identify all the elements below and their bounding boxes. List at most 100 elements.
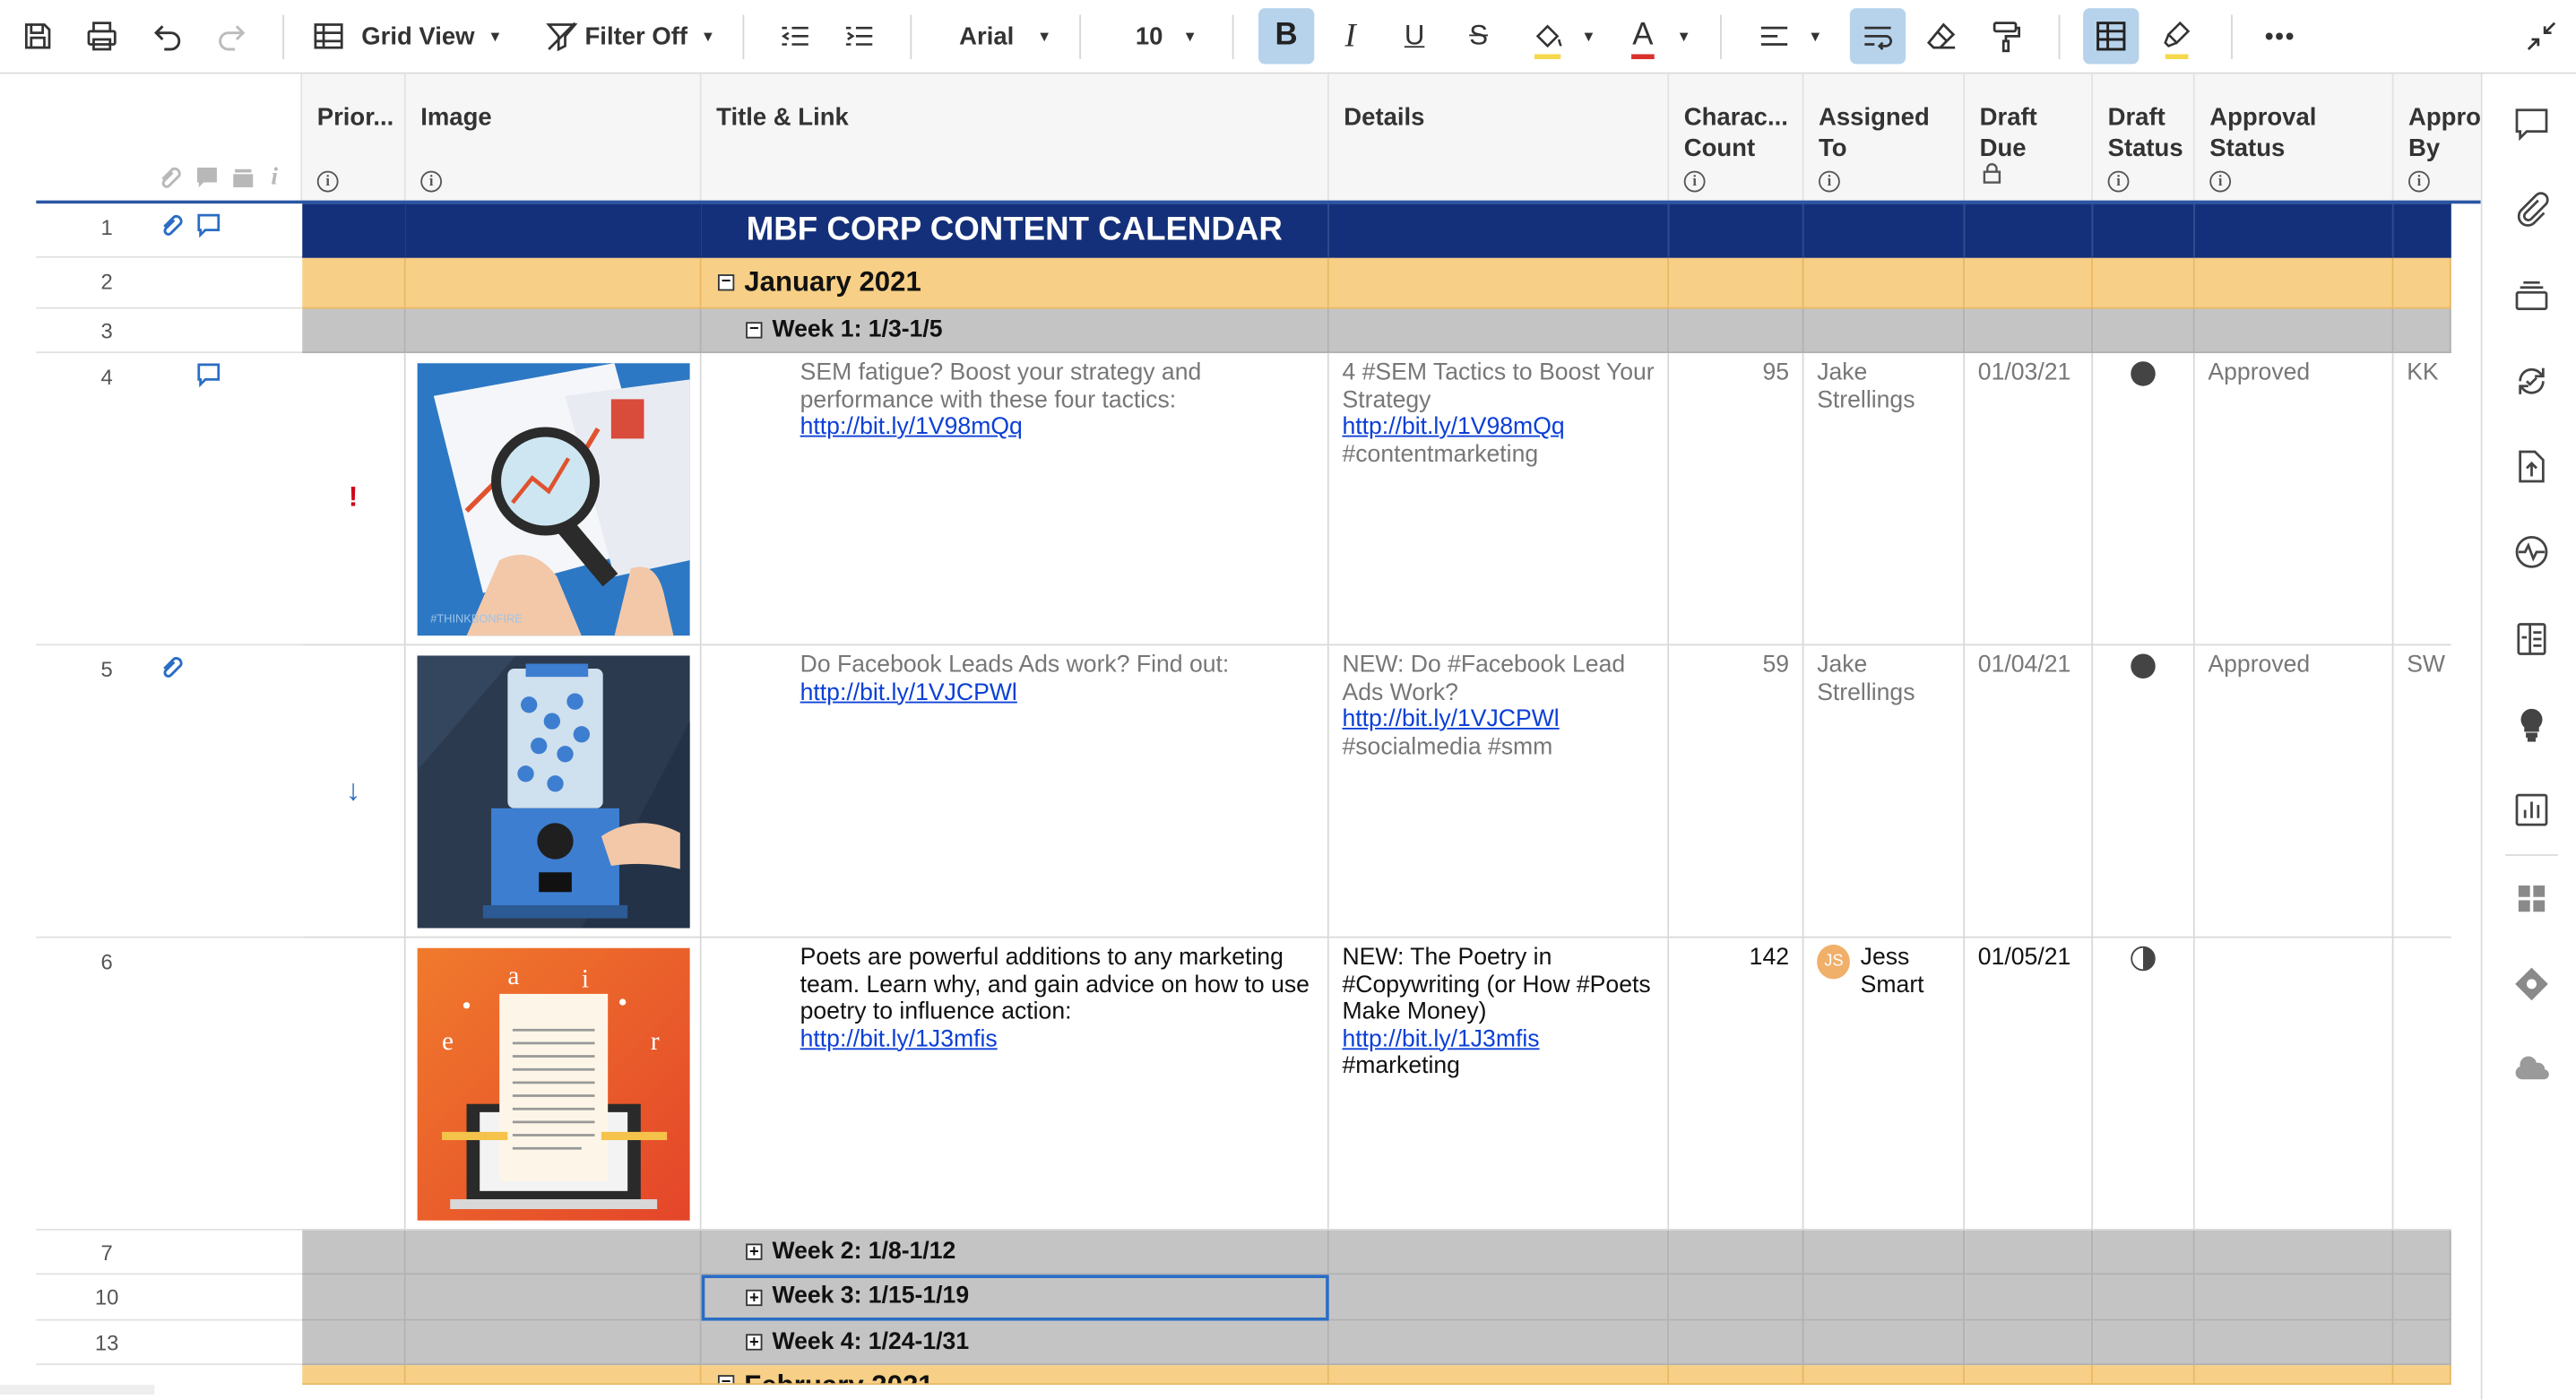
char-count-cell[interactable]: 95	[1669, 353, 1804, 646]
more-options-button[interactable]: •••	[2257, 8, 2303, 64]
fill-color-button[interactable]	[1521, 8, 1574, 64]
post-link[interactable]: http://bit.ly/1VJCPWl	[800, 679, 1017, 705]
row-header-1[interactable]: 1	[36, 203, 303, 258]
poetry-copywriting-image[interactable]: a i e r	[417, 947, 690, 1221]
cell[interactable]	[302, 1320, 406, 1366]
title-link-cell[interactable]: SEM fatigue? Boost your strategy and per…	[701, 353, 1329, 646]
cell[interactable]	[1328, 1230, 1670, 1275]
summary-activity-icon[interactable]	[2511, 531, 2554, 574]
row-header-6[interactable]: 6	[36, 938, 303, 1231]
draft-status-cell[interactable]	[2093, 353, 2195, 646]
draft-due-cell[interactable]: 01/05/21	[1965, 938, 2094, 1231]
save-icon[interactable]	[13, 8, 63, 64]
undo-icon[interactable]	[143, 8, 192, 64]
week-band-2[interactable]: + Week 2: 1/8-1/12	[701, 1230, 1329, 1275]
cell[interactable]	[1328, 1365, 1670, 1386]
cell[interactable]	[1803, 203, 1966, 258]
attachments-icon[interactable]	[2511, 187, 2554, 230]
align-button[interactable]	[1751, 8, 1797, 64]
cell[interactable]	[1328, 257, 1670, 309]
publish-icon[interactable]	[2511, 445, 2554, 488]
row-header-7[interactable]: 7	[36, 1230, 303, 1275]
cell[interactable]	[2393, 308, 2451, 354]
row-header-3[interactable]: 3	[36, 308, 303, 354]
cell[interactable]	[1328, 1320, 1670, 1366]
expand-toggle-icon[interactable]: +	[746, 1243, 763, 1261]
indent-icon[interactable]	[834, 8, 884, 64]
cell[interactable]	[1965, 1365, 2094, 1386]
align-dropdown[interactable]: ▼	[1804, 8, 1828, 64]
column-header-details[interactable]: Details	[1328, 73, 1670, 203]
draft-status-cell[interactable]	[2093, 645, 2195, 938]
cell[interactable]	[1803, 1230, 1966, 1275]
cell[interactable]	[2194, 203, 2394, 258]
cell[interactable]	[1803, 1365, 1966, 1386]
attachment-icon[interactable]	[158, 653, 184, 685]
approval-status-cell[interactable]	[2194, 938, 2394, 1231]
cell[interactable]	[1965, 1230, 2094, 1275]
row-header-10[interactable]: 10	[36, 1275, 303, 1321]
cell[interactable]	[2393, 1230, 2451, 1275]
collapse-toggle-icon[interactable]: −	[746, 321, 763, 339]
info-icon[interactable]: i	[420, 170, 443, 193]
column-header-approval-status[interactable]: Approval Status i	[2194, 73, 2394, 203]
forms-icon[interactable]	[2511, 618, 2554, 661]
assigned-cell[interactable]: Jake Strellings	[1803, 353, 1966, 646]
scrollbar-thumb[interactable]	[0, 1385, 155, 1396]
cell[interactable]	[302, 1365, 406, 1386]
approval-status-cell[interactable]: Approved	[2194, 353, 2394, 646]
priority-cell[interactable]: ↓	[302, 645, 406, 938]
column-header-draft-due[interactable]: Draft Due	[1965, 73, 2094, 203]
cell[interactable]	[1965, 1275, 2094, 1321]
cell[interactable]	[1328, 308, 1670, 354]
column-header-priority[interactable]: Prior... i	[302, 73, 406, 203]
redo-icon[interactable]	[207, 8, 256, 64]
fill-color-dropdown[interactable]: ▼	[1578, 8, 1601, 64]
cell[interactable]	[1669, 257, 1804, 309]
column-header-image[interactable]: Image i	[405, 73, 702, 203]
draft-due-cell[interactable]: 01/03/21	[1965, 353, 2094, 646]
cell[interactable]	[2093, 1320, 2195, 1366]
image-cell[interactable]: a i e r	[405, 938, 702, 1231]
cell[interactable]	[405, 1230, 702, 1275]
cell[interactable]	[1669, 1275, 1804, 1321]
cell[interactable]	[1803, 1275, 1966, 1321]
cell[interactable]	[1965, 308, 2094, 354]
cell[interactable]	[2093, 308, 2195, 354]
month-band-february[interactable]: − February 2021	[701, 1365, 1329, 1386]
post-link[interactable]: http://bit.ly/1J3mfis	[800, 1026, 998, 1052]
italic-button[interactable]: I	[1327, 8, 1373, 64]
outdent-icon[interactable]	[771, 8, 820, 64]
cell[interactable]	[2393, 257, 2451, 309]
cell[interactable]	[1669, 308, 1804, 354]
cell[interactable]	[405, 1365, 702, 1386]
details-link[interactable]: http://bit.ly/1VJCPWl	[1342, 706, 1559, 732]
cell[interactable]	[302, 257, 406, 309]
row-header-5[interactable]: 5	[36, 645, 303, 938]
row-header-13[interactable]: 13	[36, 1320, 303, 1366]
cell[interactable]	[2093, 257, 2195, 309]
info-icon[interactable]: i	[1683, 170, 1706, 193]
cell[interactable]	[2093, 203, 2195, 258]
clear-format-button[interactable]	[1919, 8, 1965, 64]
font-family-selector[interactable]: Arial ▼	[958, 8, 1053, 64]
cell[interactable]	[405, 203, 702, 258]
column-header-draft-status[interactable]: Draft Status i	[2093, 73, 2195, 203]
draft-status-cell[interactable]	[2093, 938, 2195, 1231]
info-icon[interactable]: i	[316, 170, 339, 193]
cell[interactable]	[1328, 1275, 1670, 1321]
char-count-cell[interactable]: 142	[1669, 938, 1804, 1231]
cell[interactable]	[2194, 1275, 2394, 1321]
activity-log-icon[interactable]	[2511, 359, 2554, 402]
draft-due-cell[interactable]: 01/04/21	[1965, 645, 2094, 938]
char-count-cell[interactable]: 59	[1669, 645, 1804, 938]
font-size-selector[interactable]: 10 ▼	[1130, 8, 1203, 64]
cell[interactable]	[2393, 1275, 2451, 1321]
assigned-cell[interactable]: Jake Strellings	[1803, 645, 1966, 938]
cell[interactable]	[2194, 1365, 2394, 1386]
collapse-view-button[interactable]	[2520, 8, 2563, 64]
format-painter-button[interactable]	[1983, 8, 2028, 64]
cell[interactable]	[1803, 308, 1966, 354]
month-band-january[interactable]: − January 2021	[701, 257, 1329, 309]
cell[interactable]	[1669, 1365, 1804, 1386]
